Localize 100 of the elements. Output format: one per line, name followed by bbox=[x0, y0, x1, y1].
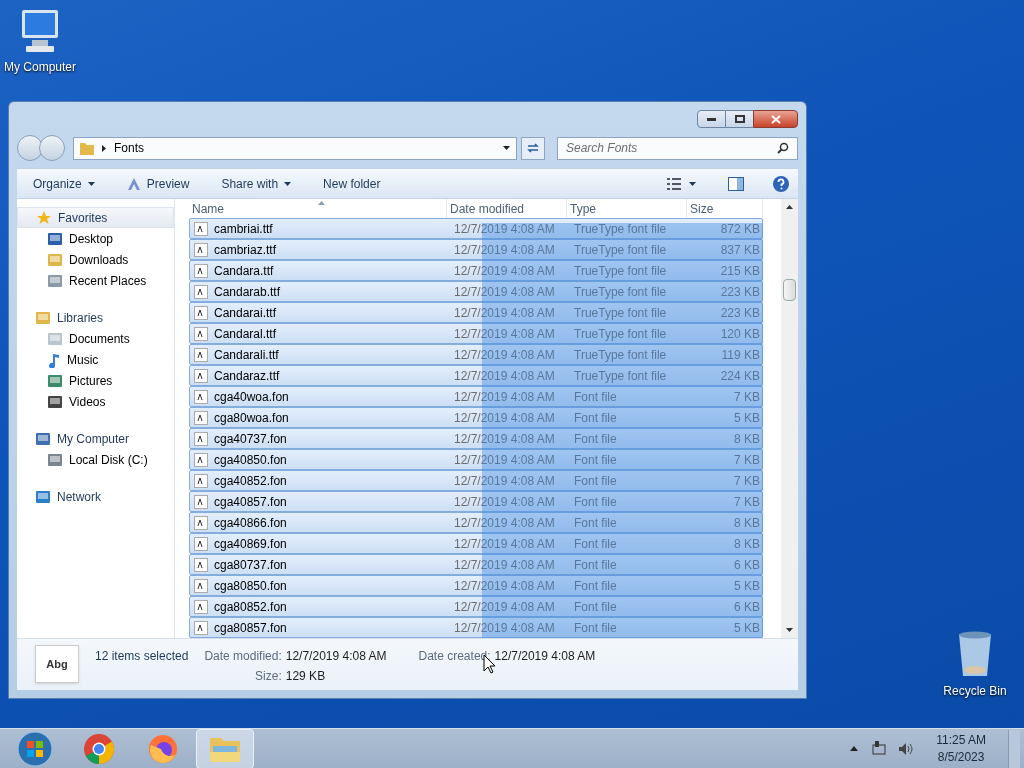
file-row[interactable]: cga40woa.fon 12/7/2019 4:08 AM Font file 7 KB bbox=[189, 386, 763, 407]
size-cell-text: 5 KB bbox=[733, 409, 761, 427]
nav-item-label: Videos bbox=[69, 393, 106, 411]
file-name: cga80852.fon bbox=[214, 598, 287, 616]
file-row[interactable]: Candarab.ttf 12/7/2019 4:08 AM TrueType font file 223 KB bbox=[189, 281, 763, 302]
file-name: cga40866.fon bbox=[214, 514, 287, 532]
show-hidden-icons-icon[interactable] bbox=[850, 746, 859, 751]
nav-item[interactable]: Documents bbox=[17, 328, 174, 349]
nav-item[interactable]: Downloads bbox=[17, 249, 174, 270]
speaker-icon[interactable] bbox=[898, 741, 915, 756]
file-name: cga40woa.fon bbox=[214, 388, 289, 406]
nav-item[interactable]: Videos bbox=[17, 391, 174, 412]
desktop-icon-label[interactable]: Recycle Bin bbox=[943, 682, 1007, 700]
file-name: cga40869.fon bbox=[214, 535, 287, 553]
file-row[interactable]: cga40869.fon 12/7/2019 4:08 AM Font file 8 KB bbox=[189, 533, 763, 554]
address-bar[interactable]: Fonts bbox=[73, 136, 517, 160]
file-row[interactable]: cga40866.fon 12/7/2019 4:08 AM Font file 8 KB bbox=[189, 512, 763, 533]
type-cell-text: Font file bbox=[573, 514, 618, 532]
help-button[interactable] bbox=[772, 174, 790, 193]
firefox-icon bbox=[147, 732, 179, 765]
nav-group[interactable]: My Computer bbox=[17, 428, 174, 449]
date-cell-text: 12/7/2019 4:08 AM bbox=[453, 388, 556, 406]
search-icon bbox=[777, 142, 789, 154]
file-name: cga40852.fon bbox=[214, 472, 287, 490]
clock[interactable]: 11:25 AM 8/5/2023 bbox=[936, 731, 986, 766]
desktop-icon-label[interactable]: My Computer bbox=[4, 58, 76, 76]
minimize-icon bbox=[707, 117, 716, 121]
preview-pane-button[interactable] bbox=[728, 176, 744, 191]
toolbar-button[interactable]: Preview bbox=[118, 170, 198, 197]
date-cell-text: 12/7/2019 4:08 AM bbox=[453, 367, 556, 385]
network-icon[interactable] bbox=[872, 741, 889, 756]
start-orb-icon bbox=[17, 730, 53, 767]
file-name: cga80woa.fon bbox=[214, 409, 289, 427]
trash-icon[interactable] bbox=[956, 630, 994, 678]
file-row[interactable]: cambriai.ttf 12/7/2019 4:08 AM TrueType font file 872 KB bbox=[189, 218, 763, 239]
size-cell-text: 119 KB bbox=[720, 346, 761, 364]
file-row[interactable]: Candaral.ttf 12/7/2019 4:08 AM TrueType font file 120 KB bbox=[189, 323, 763, 344]
font-file-icon bbox=[194, 620, 208, 635]
computer-icon bbox=[35, 431, 51, 446]
file-name: Candarab.ttf bbox=[214, 283, 281, 301]
size-cell-text: 6 KB bbox=[733, 598, 761, 616]
date-cell-text: 12/7/2019 4:08 AM bbox=[453, 535, 556, 553]
file-row[interactable]: cga40857.fon 12/7/2019 4:08 AM Font file 7 KB bbox=[189, 491, 763, 512]
nav-item[interactable]: Music bbox=[17, 349, 174, 370]
type-cell-text: TrueType font file bbox=[573, 304, 668, 322]
minimize-button[interactable] bbox=[697, 110, 726, 128]
toolbar-button[interactable]: Share with bbox=[213, 170, 300, 197]
file-row[interactable]: cga40852.fon 12/7/2019 4:08 AM Font file 7 KB bbox=[189, 470, 763, 491]
file-row[interactable]: Candaraz.ttf 12/7/2019 4:08 AM TrueType font file 224 KB bbox=[189, 365, 763, 386]
nav-item[interactable]: Pictures bbox=[17, 370, 174, 391]
nav-group[interactable]: Libraries bbox=[17, 307, 174, 328]
search-input[interactable]: Search Fonts bbox=[566, 139, 777, 157]
type-cell-text: Font file bbox=[573, 619, 618, 637]
file-row[interactable]: cga80737.fon 12/7/2019 4:08 AM Font file 6 KB bbox=[189, 554, 763, 575]
file-row[interactable]: cga80852.fon 12/7/2019 4:08 AM Font file 6 KB bbox=[189, 596, 763, 617]
file-name: cga80850.fon bbox=[214, 577, 287, 595]
nav-item[interactable]: Local Disk (C:) bbox=[17, 449, 174, 470]
file-row[interactable]: cga80woa.fon 12/7/2019 4:08 AM Font file 5 KB bbox=[189, 407, 763, 428]
file-name: cga80737.fon bbox=[214, 556, 287, 574]
toolbar-button[interactable]: New folder bbox=[315, 170, 389, 197]
date-cell-text: 12/7/2019 4:08 AM bbox=[453, 598, 556, 616]
type-cell-text: TrueType font file bbox=[573, 283, 668, 301]
scrollbar[interactable] bbox=[781, 199, 798, 638]
file-row[interactable]: Candarali.ttf 12/7/2019 4:08 AM TrueType font file 119 KB bbox=[189, 344, 763, 365]
nav-item[interactable]: Recent Places bbox=[17, 270, 174, 291]
font-file-icon bbox=[194, 578, 208, 593]
maximize-button[interactable] bbox=[726, 110, 753, 128]
file-name: Candara.ttf bbox=[214, 262, 274, 280]
type-cell-text: Font file bbox=[573, 472, 618, 490]
size-cell-text: 7 KB bbox=[733, 493, 761, 511]
detail-value: 12/7/2019 4:08 AM bbox=[494, 648, 596, 665]
font-file-icon bbox=[194, 347, 208, 362]
size-cell-text: 215 KB bbox=[719, 262, 761, 280]
file-row[interactable]: Candarai.ttf 12/7/2019 4:08 AM TrueType font file 223 KB bbox=[189, 302, 763, 323]
toolbar-button[interactable]: Organize bbox=[25, 170, 103, 197]
date-cell-text: 12/7/2019 4:08 AM bbox=[453, 325, 556, 343]
nav-group[interactable]: Favorites bbox=[17, 207, 174, 228]
size-cell-text: 120 KB bbox=[719, 325, 761, 343]
file-row[interactable]: cga80850.fon 12/7/2019 4:08 AM Font file 5 KB bbox=[189, 575, 763, 596]
search-field[interactable]: Search Fonts bbox=[557, 136, 798, 160]
date-cell-text: 12/7/2019 4:08 AM bbox=[453, 304, 556, 322]
scroll-thumb[interactable] bbox=[783, 279, 796, 301]
type-cell-text: Font file bbox=[573, 409, 618, 427]
file-name: cga40737.fon bbox=[214, 430, 287, 448]
refresh-button[interactable] bbox=[521, 136, 545, 160]
nav-item[interactable]: Desktop bbox=[17, 228, 174, 249]
file-name: cga80857.fon bbox=[214, 619, 287, 637]
size-cell-text: 5 KB bbox=[733, 619, 761, 637]
scroll-up-icon bbox=[786, 205, 793, 209]
file-row[interactable]: cambriaz.ttf 12/7/2019 4:08 AM TrueType font file 837 KB bbox=[189, 239, 763, 260]
nav-group[interactable]: Network bbox=[17, 486, 174, 507]
detail-value: 12/7/2019 4:08 AM bbox=[285, 648, 387, 665]
file-row[interactable]: cga40737.fon 12/7/2019 4:08 AM Font file 8 KB bbox=[189, 428, 763, 449]
file-row[interactable]: Candara.ttf 12/7/2019 4:08 AM TrueType font file 215 KB bbox=[189, 260, 763, 281]
file-name: Candaraz.ttf bbox=[214, 367, 280, 385]
type-cell-text: TrueType font file bbox=[573, 325, 668, 343]
address-text: Fonts bbox=[114, 140, 144, 157]
close-button[interactable] bbox=[753, 110, 798, 128]
file-row[interactable]: cga80857.fon 12/7/2019 4:08 AM Font file 5 KB bbox=[189, 617, 763, 638]
file-row[interactable]: cga40850.fon 12/7/2019 4:08 AM Font file 7 KB bbox=[189, 449, 763, 470]
